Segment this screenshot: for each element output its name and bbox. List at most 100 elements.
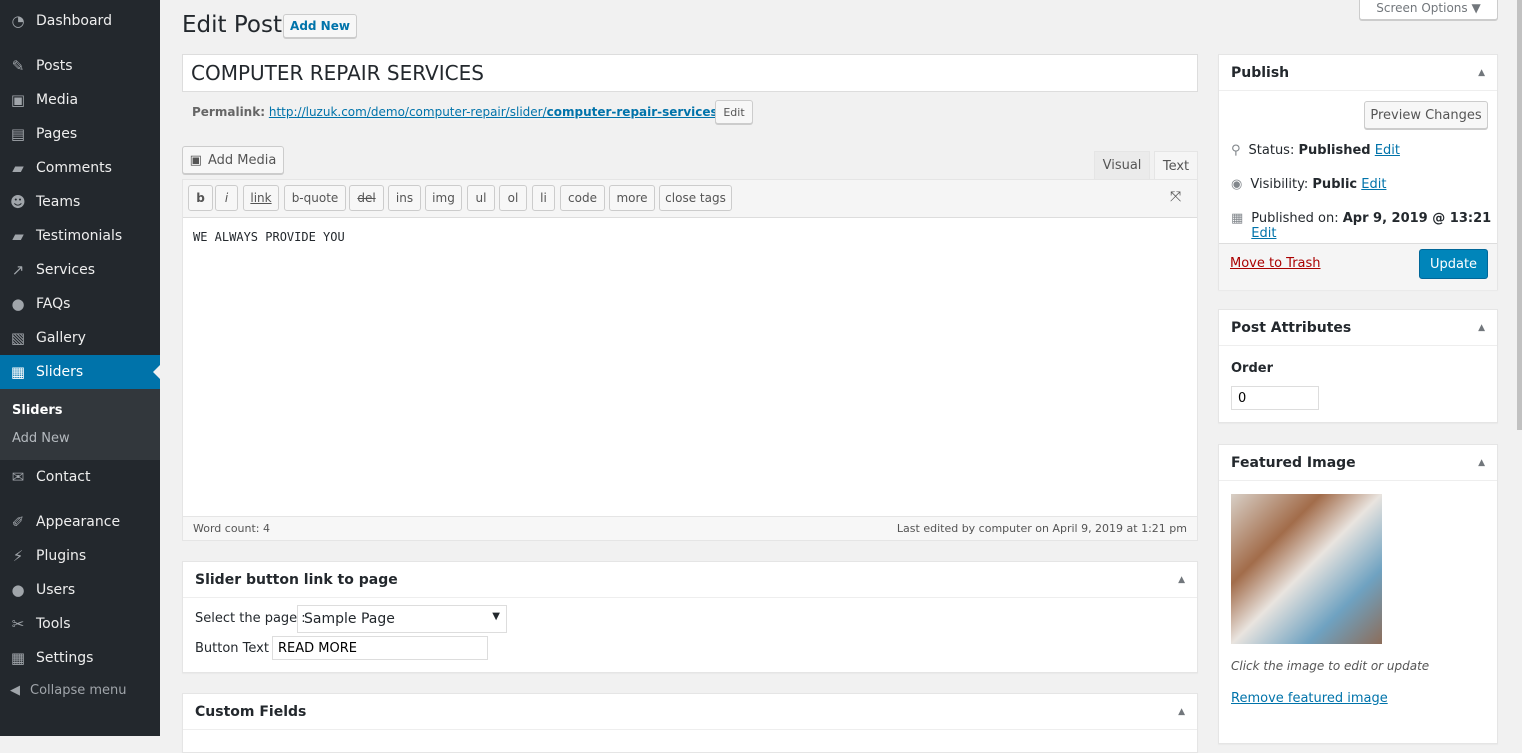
add-new-button[interactable]: Add New [283,14,357,38]
tab-text[interactable]: Text [1154,151,1198,180]
sidebar-item-gallery[interactable]: ▧ Gallery [0,321,160,355]
editor-status-bar: Word count: 4 Last edited by computer on … [183,516,1197,540]
sidebar-item-label: Users [36,582,76,598]
media-icon: ▣ [189,152,202,168]
sidebar-item-label: Contact [36,469,91,485]
move-to-trash-link[interactable]: Move to Trash [1230,256,1321,271]
sidebar-item-posts[interactable]: ✎ Posts [0,49,160,83]
post-title-input[interactable] [182,54,1198,92]
pin-icon: ⚲ [1231,143,1241,158]
quicktag-img[interactable]: img [425,185,462,211]
sidebar-item-appearance[interactable]: ✐ Appearance [0,505,160,539]
quicktag-i[interactable]: i [215,185,238,211]
share-icon: ↗ [11,261,25,279]
sidebar-item-label: Comments [36,160,112,176]
sidebar-item-services[interactable]: ↗ Services [0,253,160,287]
sidebar-item-dashboard[interactable]: ◔ Dashboard [0,4,160,38]
eye-icon: ◉ [1231,177,1243,192]
quicktag-b-quote[interactable]: b-quote [284,185,346,211]
tab-visual[interactable]: Visual [1094,151,1150,180]
featured-image[interactable] [1231,494,1382,644]
sidebar-item-comments[interactable]: ▰ Comments [0,151,160,185]
submenu-add-new[interactable]: Add New [12,431,70,446]
post-attributes-box: Post Attributes ▲ Order [1218,309,1498,423]
toggle-arrow-icon[interactable]: ▲ [1478,458,1485,468]
screen-options-button[interactable]: Screen Options ▼ [1359,0,1498,20]
toggle-arrow-icon[interactable]: ▲ [1478,323,1485,333]
dashboard-icon: ◔ [11,12,25,30]
permalink-edit-button[interactable]: Edit [715,100,753,124]
sidebar-item-label: Settings [36,650,94,666]
sidebar-item-label: Testimonials [36,228,123,244]
sidebar-item-label: Posts [36,58,73,74]
scrollbar[interactable] [1517,0,1522,430]
quicktag-del[interactable]: del [349,185,384,211]
quicktag-ol[interactable]: ol [499,185,527,211]
groups-icon: ☻ [10,193,26,211]
quicktag-b[interactable]: b [188,185,213,211]
sidebar-item-sliders[interactable]: ▦ Sliders [0,355,160,389]
plugin-icon: ⚡ [12,547,24,565]
visibility-row: ◉ Visibility: Public Edit [1231,177,1387,192]
add-media-button[interactable]: ▣ Add Media [182,146,284,174]
pages-icon: ▤ [10,125,26,143]
quicktag-close-tags[interactable]: close tags [659,185,732,211]
gallery-icon: ▧ [10,329,26,347]
update-button[interactable]: Update [1419,249,1488,279]
toggle-arrow-icon[interactable]: ▲ [1478,68,1485,78]
last-edited: Last edited by computer on April 9, 2019… [896,522,1187,535]
page-title: Edit Post [182,12,282,38]
sidebar-item-label: FAQs [36,296,71,312]
sidebar-item-label: Pages [36,126,78,142]
sidebar-item-pages[interactable]: ▤ Pages [0,117,160,151]
permalink: Permalink: http://luzuk.com/demo/compute… [192,105,736,119]
status-row: ⚲ Status: Published Edit [1231,143,1400,158]
brush-icon: ✐ [11,513,25,531]
pin-icon: ✎ [11,57,25,75]
sidebar-item-faqs[interactable]: ● FAQs [0,287,160,321]
quicktag-li[interactable]: li [532,185,555,211]
sidebar-item-plugins[interactable]: ⚡ Plugins [0,539,160,573]
preview-changes-button[interactable]: Preview Changes [1364,101,1488,129]
sidebar-item-label: Gallery [36,330,86,346]
testimonial-icon: ▰ [12,227,24,245]
sidebar-item-testimonials[interactable]: ▰ Testimonials [0,219,160,253]
button-text-input[interactable] [272,636,488,660]
fullscreen-icon[interactable]: ⤧ [1170,189,1181,205]
sidebar-item-label: Appearance [36,514,121,530]
sidebar-item-tools[interactable]: ✂ Tools [0,607,160,641]
permalink-link[interactable]: http://luzuk.com/demo/computer-repair/sl… [269,105,736,119]
submenu-sliders[interactable]: Sliders [12,403,63,418]
sidebar-item-media[interactable]: ▣ Media [0,83,160,117]
comment-icon: ▰ [12,159,24,177]
calendar-icon: ▦ [1231,211,1244,226]
quicktag-ul[interactable]: ul [467,185,495,211]
publish-box: Publish ▲ Preview Changes ⚲ Status: Publis… [1218,54,1498,290]
order-input[interactable] [1231,386,1319,410]
sidebar-item-users[interactable]: ● Users [0,573,160,607]
quicktag-ins[interactable]: ins [388,185,421,211]
sidebar-item-label: Teams [36,194,81,210]
slides-icon: ▦ [10,363,26,381]
user-icon: ● [11,581,25,599]
toggle-arrow-icon[interactable]: ▲ [1178,707,1185,717]
wrench-icon: ✂ [11,615,25,633]
sidebar-item-settings[interactable]: ▦ Settings [0,641,160,675]
quicktag-link[interactable]: link [243,185,279,211]
slider-button-box: Slider button link to page ▲ Select the p… [182,561,1198,673]
collapse-menu[interactable]: ◀ Collapse menu [10,683,127,698]
remove-featured-image-link[interactable]: Remove featured image [1231,691,1388,706]
sidebar-item-contact[interactable]: ✉ Contact [0,460,160,494]
quicktag-code[interactable]: code [560,185,605,211]
toggle-arrow-icon[interactable]: ▲ [1178,575,1185,585]
page-select[interactable]: Sample Page ▼ [297,605,507,633]
quicktag-more[interactable]: more [609,185,655,211]
sidebar-item-teams[interactable]: ☻ Teams [0,185,160,219]
published-on-row: ▦ Published on: Apr 9, 2019 @ 13:21 Edit [1231,211,1492,241]
email-icon: ✉ [11,468,25,486]
editor-textarea[interactable]: WE ALWAYS PROVIDE YOU [193,230,345,244]
sidebar-item-label: Plugins [36,548,87,564]
collapse-icon: ◀ [10,683,20,698]
sidebar-item-label: Dashboard [36,13,112,29]
sidebar-item-label: Sliders [36,364,84,380]
